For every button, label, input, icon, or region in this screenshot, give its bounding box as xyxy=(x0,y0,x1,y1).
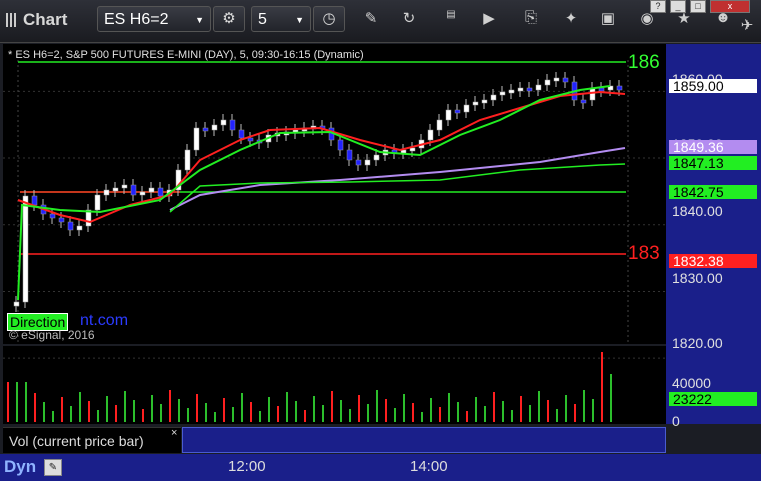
candle xyxy=(373,154,380,161)
settings-icon[interactable]: ✎ xyxy=(44,459,62,476)
volume-study-bar xyxy=(182,427,666,453)
red-level-label: 1832.38 xyxy=(669,254,757,268)
candle xyxy=(121,184,128,189)
copyright-text: © eSignal, 2016 xyxy=(9,328,95,342)
candle xyxy=(436,119,443,131)
purple-ma-line xyxy=(169,147,626,211)
candle xyxy=(157,187,164,197)
candle xyxy=(238,129,245,139)
candle xyxy=(562,77,569,83)
candle xyxy=(94,194,101,211)
candle xyxy=(589,87,596,101)
candle xyxy=(490,94,497,101)
candle xyxy=(463,104,470,113)
candle xyxy=(49,213,56,219)
candle xyxy=(508,89,515,94)
candle xyxy=(454,109,461,114)
candle xyxy=(112,187,119,192)
candle xyxy=(427,129,434,141)
candle xyxy=(13,301,20,307)
time-tick: 14:00 xyxy=(410,458,448,475)
candle xyxy=(544,79,551,86)
red-ma-line xyxy=(17,90,626,224)
candle xyxy=(202,127,209,132)
purple-ma-label: 1849.36 xyxy=(669,140,757,154)
candle xyxy=(220,119,227,126)
green-level-label: 1842.75 xyxy=(669,185,757,199)
dynamic-mode[interactable]: Dyn xyxy=(4,457,36,477)
candle xyxy=(130,184,137,196)
candle xyxy=(526,87,533,92)
candle xyxy=(364,159,371,166)
candle xyxy=(346,149,353,161)
candle xyxy=(409,147,416,152)
candle xyxy=(553,77,560,82)
candle xyxy=(499,91,506,96)
price-tick: 1830.00 xyxy=(672,270,723,286)
chart-window: Chart ES H6=2 ▼ ⚙ 5 ▼ ◷ ✎ ↻ ▤ ▶ ⎘ ✦ ▣ ◉ ★ … xyxy=(0,0,761,481)
volume-zero: 0 xyxy=(672,413,680,429)
candle xyxy=(211,124,218,131)
candle xyxy=(481,99,488,104)
candle xyxy=(22,195,29,303)
candle xyxy=(58,217,65,223)
candle xyxy=(616,85,623,91)
candle xyxy=(139,191,146,196)
candle xyxy=(67,221,74,231)
green-ma-label: 1847.13 xyxy=(669,156,757,170)
candle xyxy=(247,137,254,142)
chart-header: * ES H6=2, S&P 500 FUTURES E-MINI (DAY),… xyxy=(8,49,364,61)
candle xyxy=(184,149,191,171)
price-tick: 1820.00 xyxy=(672,335,723,351)
time-tick: 12:00 xyxy=(228,458,266,475)
candle xyxy=(580,99,587,104)
candle xyxy=(517,87,524,92)
candle xyxy=(193,127,200,151)
volume-tick: 40000 xyxy=(672,375,711,391)
candle xyxy=(337,139,344,151)
price-tick: 1840.00 xyxy=(672,203,723,219)
candle xyxy=(472,101,479,106)
candle xyxy=(76,225,83,231)
candle xyxy=(103,189,110,196)
candle xyxy=(355,159,362,166)
candle xyxy=(445,109,452,121)
candle xyxy=(535,84,542,91)
green-line-label: 186 xyxy=(628,52,660,73)
volume-value-label: 23222 xyxy=(669,392,757,406)
close-icon[interactable]: × xyxy=(171,427,177,439)
candle xyxy=(598,87,605,92)
candle xyxy=(31,195,38,206)
time-axis[interactable] xyxy=(0,454,761,481)
candle xyxy=(229,119,236,131)
volume-study-label[interactable]: Vol (current price bar) xyxy=(3,427,181,453)
last-price-label: 1859.00 xyxy=(669,79,757,93)
candle xyxy=(148,187,155,193)
red-line-label: 183 xyxy=(628,243,660,264)
